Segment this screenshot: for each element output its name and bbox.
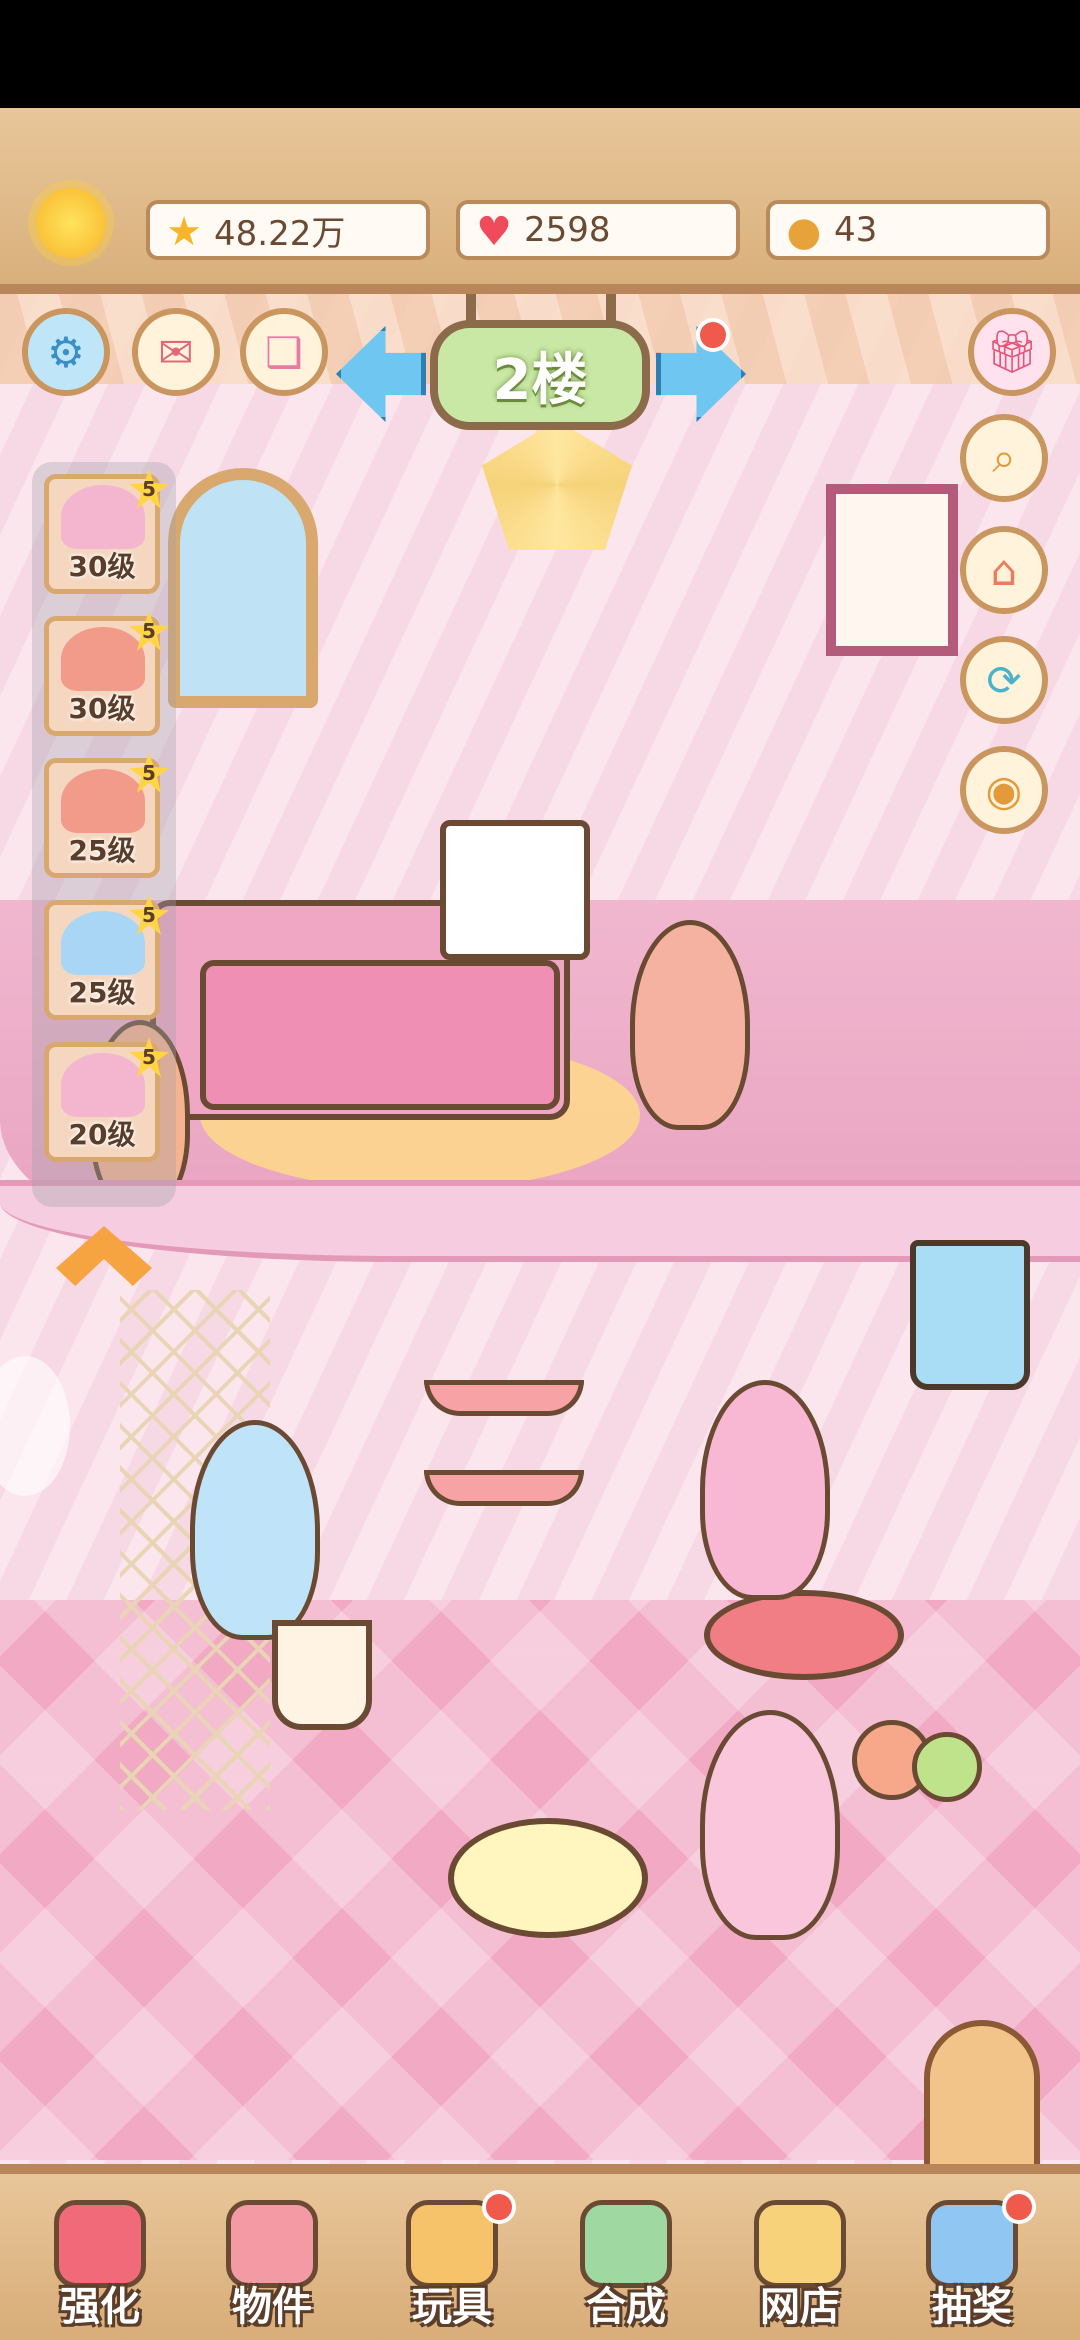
- next-floor-badge: [696, 318, 730, 352]
- character-level: 25级: [68, 976, 136, 1009]
- nav-label: 合成: [586, 2284, 666, 2330]
- mail-icon: ✉: [158, 327, 194, 377]
- character-blue-hair[interactable]: [190, 1420, 320, 1640]
- refresh-icon: ⟳: [986, 655, 1022, 705]
- coins-value: 43: [834, 210, 878, 250]
- nav-enhance[interactable]: 强化: [30, 2190, 170, 2340]
- roster-card[interactable]: 5 30级: [44, 469, 169, 594]
- hearts-counter[interactable]: ♥ 2598: [456, 200, 740, 260]
- game-screen: ★ 48.22万 ♥ 2598 ● 43 ⚙ ✉ ❑ 2楼 🎁︎ ⌕ ⌂ ⟳ ◉…: [0, 0, 1080, 2340]
- gift-icon: 🎁︎: [985, 327, 1039, 376]
- book-icon: ❑: [265, 327, 303, 377]
- character-level: 20级: [68, 1118, 136, 1151]
- character-level: 25级: [68, 834, 136, 867]
- round-cushion[interactable]: [448, 1818, 648, 1938]
- floor-sign: 2楼: [430, 320, 650, 430]
- roster-card[interactable]: 5 25级: [44, 895, 169, 1020]
- gift-button[interactable]: 🎁︎: [968, 308, 1056, 396]
- coffee-cup-decor[interactable]: [910, 1240, 1030, 1390]
- nav-badge: [482, 2190, 516, 2224]
- mail-button[interactable]: ✉: [132, 308, 220, 396]
- status-bar: [0, 0, 1080, 108]
- nav-lottery[interactable]: 抽奖: [902, 2190, 1042, 2340]
- bed-cover: [200, 960, 560, 1110]
- character-level: 30级: [68, 550, 136, 583]
- stars-value: 48.22万: [214, 213, 346, 254]
- eye-icon: ◉: [985, 765, 1023, 815]
- arched-window[interactable]: [168, 468, 318, 708]
- nav-label: 抽奖: [932, 2284, 1012, 2330]
- swing[interactable]: [704, 1590, 904, 1680]
- house-icon: ⌂: [990, 545, 1018, 595]
- nightstand[interactable]: [440, 820, 590, 960]
- corner-shelf-top[interactable]: [424, 1380, 584, 1416]
- book-button[interactable]: ❑: [240, 308, 328, 396]
- corner-shelf-bottom[interactable]: [424, 1470, 584, 1506]
- settings-button[interactable]: ⚙: [22, 308, 110, 396]
- eye-button[interactable]: ◉: [960, 746, 1048, 834]
- character-red-hair[interactable]: [630, 920, 750, 1130]
- character-roster: 5 30级 5 30级 5 25级 5 25级 5 20级: [32, 462, 176, 1207]
- roster-card[interactable]: 5 25级: [44, 753, 169, 878]
- potted-plant[interactable]: [272, 1620, 372, 1730]
- nav-shop[interactable]: 网店: [730, 2190, 870, 2340]
- yarn-ball-green[interactable]: [912, 1732, 982, 1802]
- nav-items[interactable]: 物件: [202, 2190, 342, 2340]
- character-portrait: [61, 911, 145, 975]
- refresh-button[interactable]: ⟳: [960, 636, 1048, 724]
- coin-icon: ●: [786, 209, 822, 255]
- roster-card[interactable]: 5 30级: [44, 611, 169, 736]
- magnify-button[interactable]: ⌕: [960, 414, 1048, 502]
- sun-icon[interactable]: [36, 188, 106, 258]
- character-portrait: [61, 485, 145, 549]
- flower-painting[interactable]: [826, 484, 958, 656]
- nav-label: 玩具: [412, 2284, 492, 2330]
- exit-door-button[interactable]: [924, 2020, 1040, 2170]
- nav-label: 网店: [760, 2284, 840, 2330]
- character-unicorn-girl[interactable]: [700, 1380, 830, 1600]
- nav-badge: [1002, 2190, 1036, 2224]
- nav-label: 强化: [60, 2284, 140, 2330]
- nav-toys[interactable]: 玩具: [382, 2190, 522, 2340]
- character-portrait: [61, 769, 145, 833]
- roster-card[interactable]: 5 20级: [44, 1037, 169, 1162]
- heart-icon: ♥: [476, 209, 512, 255]
- nav-label: 物件: [232, 2284, 312, 2330]
- stars-counter[interactable]: ★ 48.22万: [146, 200, 430, 260]
- character-portrait: [61, 1053, 145, 1117]
- star-icon: ★: [166, 209, 202, 255]
- character-portrait: [61, 627, 145, 691]
- magnify-icon: ⌕: [992, 433, 1016, 482]
- top-resource-bar: ★ 48.22万 ♥ 2598 ● 43: [0, 108, 1080, 294]
- hearts-value: 2598: [524, 210, 611, 250]
- nav-merge[interactable]: 合成: [556, 2190, 696, 2340]
- gear-icon: ⚙: [47, 327, 85, 377]
- coins-counter[interactable]: ● 43: [766, 200, 1050, 260]
- house-button[interactable]: ⌂: [960, 526, 1048, 614]
- character-bunny-hat-girl[interactable]: [700, 1710, 840, 1940]
- character-level: 30级: [68, 692, 136, 725]
